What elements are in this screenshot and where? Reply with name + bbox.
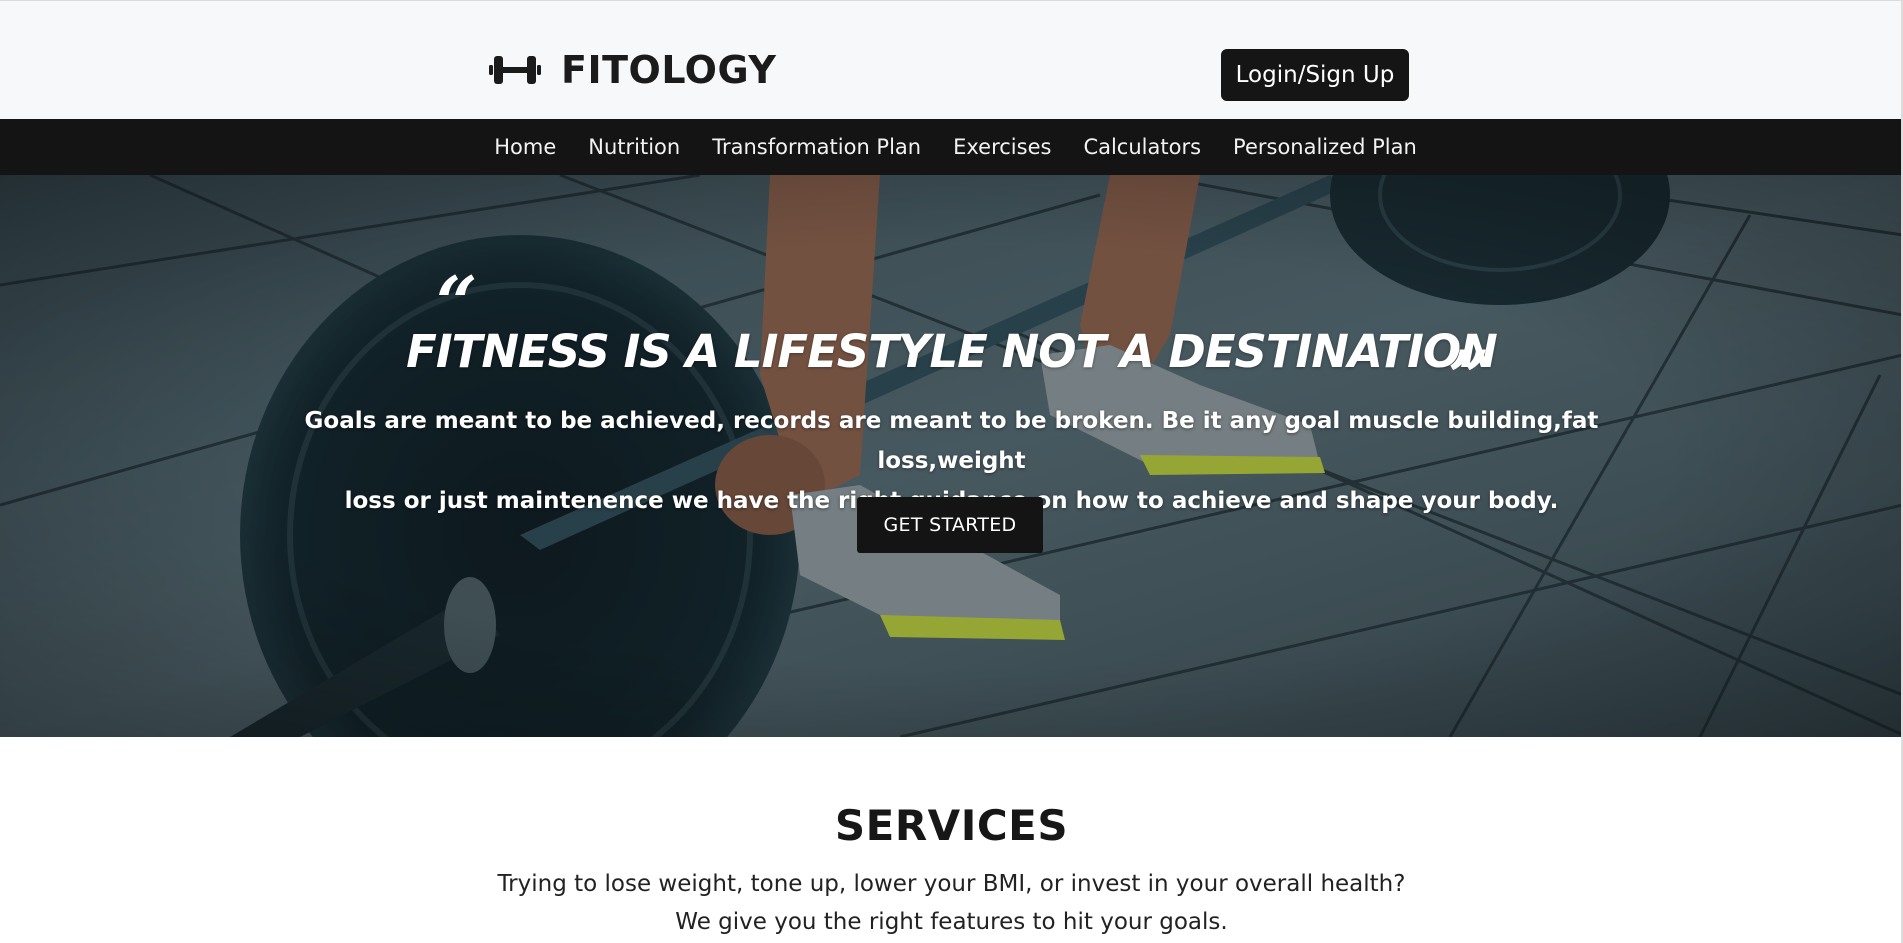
brand-name: FITOLOGY [561, 48, 777, 92]
dumbbell-icon [489, 56, 541, 84]
hero-title: FITNESS IS A LIFESTYLE NOT A DESTINATION [406, 325, 1498, 378]
nav-item-exercises[interactable]: Exercises [937, 135, 1067, 159]
nav-item-nutrition[interactable]: Nutrition [572, 135, 696, 159]
services-title: SERVICES [834, 801, 1069, 850]
hero-description-line-1: Goals are meant to be achieved, records … [304, 408, 1599, 474]
nav-item-personalized-plan[interactable]: Personalized Plan [1217, 135, 1433, 159]
close-quote-mark: ” [1448, 334, 1490, 419]
services-description-line-2: We give you the right features to hit yo… [675, 909, 1228, 935]
services-description-line-1: Trying to lose weight, tone up, lower yo… [497, 871, 1406, 897]
main-nav: Home Nutrition Transformation Plan Exerc… [0, 119, 1903, 175]
nav-item-home[interactable]: Home [478, 135, 572, 159]
login-signup-button[interactable]: Login/Sign Up [1221, 49, 1409, 101]
site-header: FITOLOGY Login/Sign Up [0, 0, 1903, 119]
services-description: Trying to lose weight, tone up, lower yo… [0, 865, 1903, 941]
brand-logo[interactable]: FITOLOGY [489, 45, 776, 95]
nav-item-calculators[interactable]: Calculators [1067, 135, 1217, 159]
hero-content: “ FITNESS IS A LIFESTYLE NOT A DESTINATI… [0, 175, 1903, 737]
page: FITOLOGY Login/Sign Up Home Nutrition Tr… [0, 0, 1903, 943]
services-section: SERVICES Trying to lose weight, tone up,… [0, 737, 1903, 943]
nav-item-transformation-plan[interactable]: Transformation Plan [696, 135, 937, 159]
get-started-button[interactable]: GET STARTED [857, 497, 1043, 553]
hero-section: “ FITNESS IS A LIFESTYLE NOT A DESTINATI… [0, 175, 1903, 737]
